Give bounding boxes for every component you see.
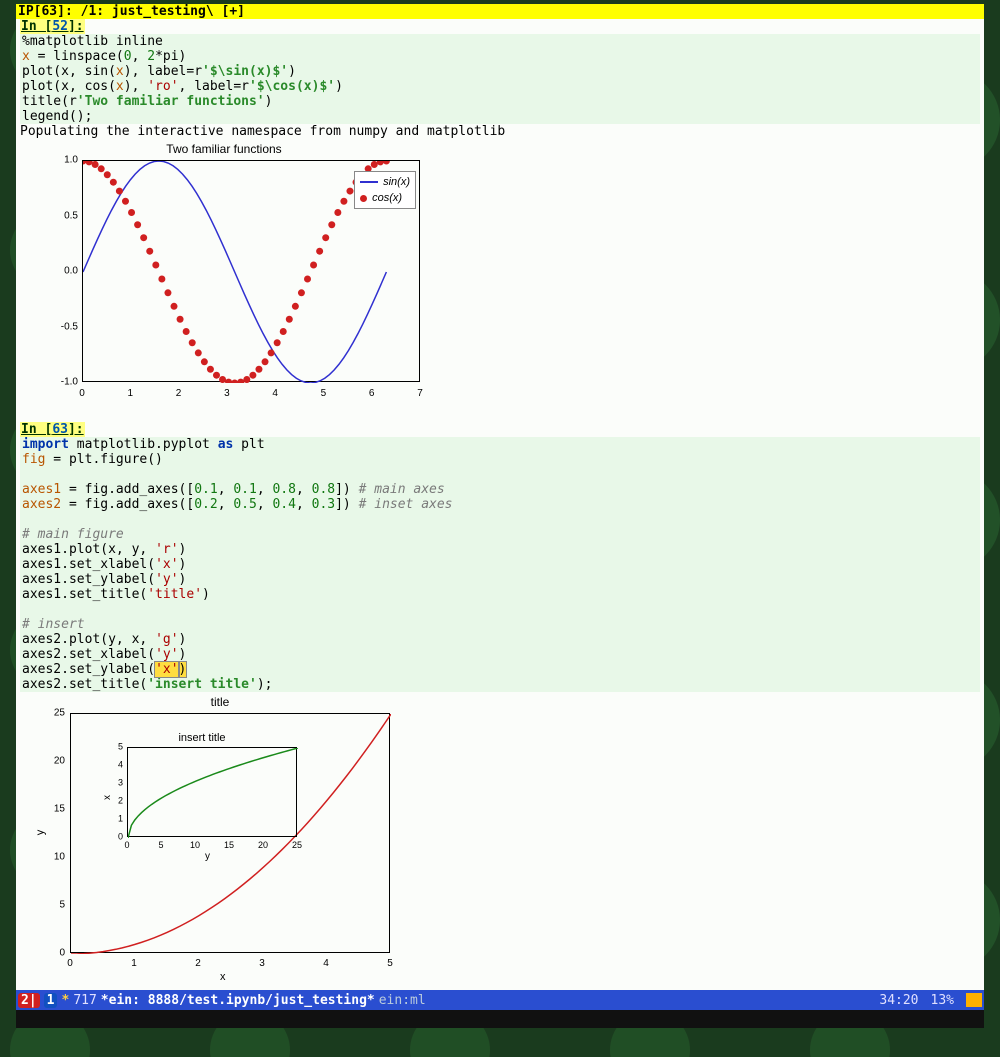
- chart-2-inset: insert title x y 0123450510152025: [107, 734, 297, 849]
- chart-2-inset-title: insert title: [107, 731, 297, 746]
- cell-1[interactable]: In [52]: %matplotlib inline x = linspace…: [20, 19, 980, 139]
- chart-2-ylabel: y: [33, 830, 48, 836]
- chart-2-inset-xlabel: y: [205, 849, 210, 864]
- chart-2-plot-area: insert title x y 0123450510152025: [70, 713, 390, 953]
- legend-dot-icon: [360, 195, 367, 202]
- editor-window: IP[63]: /1: just_testing\ [+] In [52]: %…: [16, 4, 984, 1010]
- cursor: 'x': [155, 662, 178, 677]
- line-count: 717: [73, 993, 96, 1008]
- chart-1-title: Two familiar functions: [28, 142, 420, 157]
- code-block-1[interactable]: %matplotlib inline x = linspace(0, 2*pi)…: [20, 34, 980, 124]
- workspace-badge-1[interactable]: 1: [44, 993, 58, 1008]
- in-prompt-1: In [52]:: [20, 19, 85, 34]
- in-prompt-2: In [63]:: [20, 422, 85, 437]
- editor-content[interactable]: In [52]: %matplotlib inline x = linspace…: [16, 19, 984, 990]
- cursor-position: 34:20: [879, 993, 918, 1008]
- cell-2[interactable]: In [63]: import matplotlib.pyplot as plt…: [20, 422, 980, 692]
- buffer-name[interactable]: *ein: 8888/test.ipynb/just_testing*: [101, 993, 375, 1008]
- workspace-badge-2[interactable]: 2|: [18, 993, 40, 1008]
- chart-2-xlabel: x: [220, 970, 226, 985]
- chart-2-title: title: [20, 695, 420, 710]
- modified-indicator: *: [61, 993, 69, 1008]
- window-title-bar: IP[63]: /1: just_testing\ [+]: [16, 4, 984, 19]
- scroll-percent: 13%: [931, 993, 954, 1008]
- legend-line-icon: [360, 181, 378, 183]
- chart-1-plot-area: sin(x) cos(x): [82, 160, 420, 382]
- minibuffer[interactable]: [16, 1010, 984, 1028]
- cell-1-output: Populating the interactive namespace fro…: [20, 124, 505, 139]
- chart-1: Two familiar functions -1.0-0.50.00.51.0…: [28, 142, 980, 400]
- chart-1-legend: sin(x) cos(x): [354, 171, 416, 209]
- code-block-2[interactable]: import matplotlib.pyplot as plt fig = pl…: [20, 437, 980, 692]
- chart-2-inset-svg: [128, 748, 298, 838]
- mode-line: 2| 1 * 717 *ein: 8888/test.ipynb/just_te…: [16, 990, 984, 1010]
- status-icon: [966, 993, 982, 1007]
- major-mode: ein:ml: [379, 993, 426, 1008]
- chart-2: title y x 0510152025012345 insert title …: [20, 695, 980, 975]
